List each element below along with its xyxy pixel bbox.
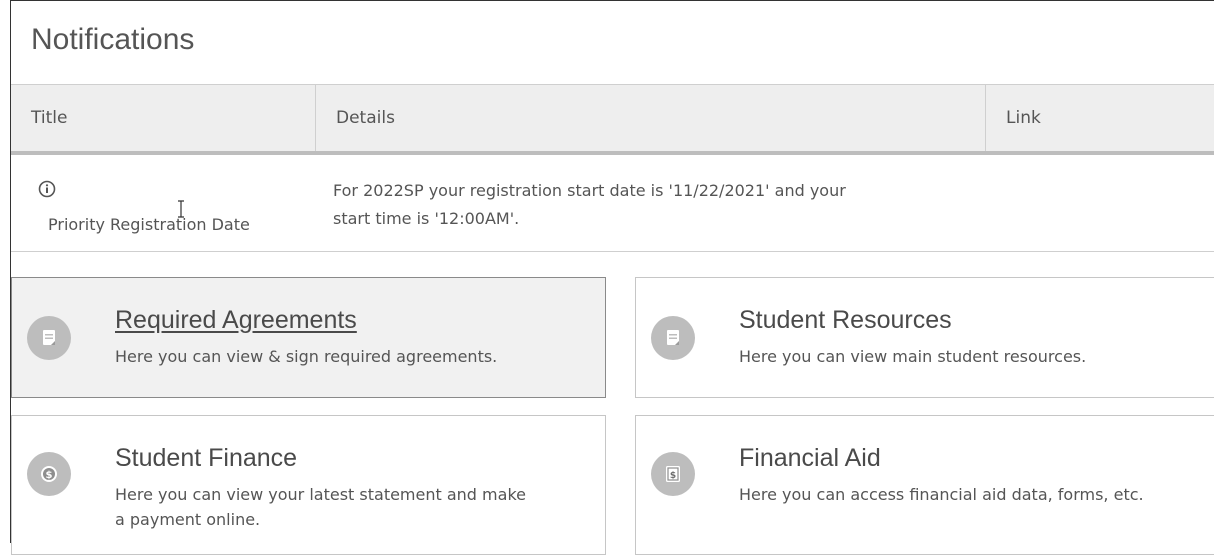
document-icon: [27, 316, 71, 360]
card-description-line: a payment online.: [115, 510, 261, 529]
card-title[interactable]: Student Finance: [115, 444, 297, 473]
dollar-bill-icon: $: [651, 452, 695, 496]
svg-text:$: $: [46, 470, 53, 481]
card-title[interactable]: Financial Aid: [739, 444, 881, 473]
document-icon: [651, 316, 695, 360]
card-title[interactable]: Required Agreements: [115, 306, 357, 335]
notification-details: For 2022SP your registration start date …: [333, 177, 973, 233]
column-header-details[interactable]: Details: [316, 85, 986, 151]
card-description: Here you can view & sign required agreem…: [115, 347, 498, 366]
column-header-title[interactable]: Title: [11, 85, 316, 151]
notification-title: Priority Registration Date: [48, 215, 250, 234]
notification-details-line: start time is '12:00AM'.: [333, 209, 520, 228]
notification-details-line: For 2022SP your registration start date …: [333, 181, 846, 200]
card-description: Here you can access financial aid data, …: [739, 485, 1144, 504]
text-cursor-icon: [176, 200, 186, 222]
card-financial-aid[interactable]: $ Financial Aid Here you can access fina…: [635, 415, 1214, 555]
notifications-panel: Notifications Title Details Link Priorit…: [10, 0, 1214, 555]
card-description: Here you can view your latest statement …: [115, 482, 595, 532]
card-student-finance[interactable]: $ Student Finance Here you can view your…: [11, 415, 606, 555]
table-header: Title Details Link: [11, 85, 1214, 155]
card-required-agreements[interactable]: Required Agreements Here you can view & …: [11, 277, 606, 398]
card-student-resources[interactable]: Student Resources Here you can view main…: [635, 277, 1214, 398]
page-title: Notifications: [31, 23, 195, 56]
card-title[interactable]: Student Resources: [739, 306, 952, 335]
svg-text:$: $: [670, 471, 676, 481]
table-row: Priority Registration Date For 2022SP yo…: [11, 155, 1214, 252]
title-bar: Notifications: [11, 1, 1214, 85]
dollar-coin-icon: $: [27, 452, 71, 496]
column-header-link[interactable]: Link: [986, 85, 1214, 151]
card-description: Here you can view main student resources…: [739, 347, 1087, 366]
card-description-line: Here you can view your latest statement …: [115, 485, 526, 504]
info-icon: [38, 180, 56, 202]
